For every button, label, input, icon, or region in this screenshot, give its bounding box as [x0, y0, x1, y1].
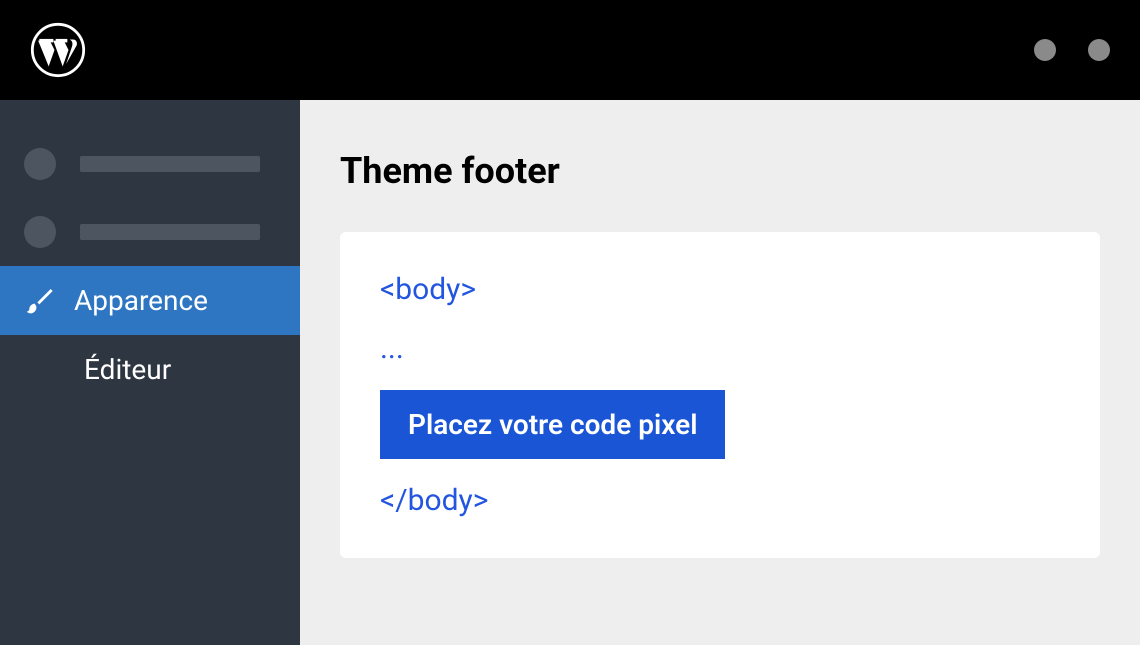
topbar	[0, 0, 1140, 100]
content-area: Theme footer <body> ... Placez votre cod…	[300, 100, 1140, 645]
sidebar-placeholder-item	[0, 198, 300, 266]
placeholder-text	[80, 156, 260, 172]
sidebar-item-label: Éditeur	[84, 353, 171, 386]
sidebar-placeholder-item	[0, 130, 300, 198]
sidebar-item-label: Apparence	[74, 284, 208, 317]
paintbrush-icon	[24, 285, 56, 317]
page-title: Theme footer	[340, 150, 1100, 192]
topbar-action-placeholder[interactable]	[1034, 39, 1056, 61]
sidebar-item-appearance[interactable]: Apparence	[0, 266, 300, 335]
code-editor-panel[interactable]: <body> ... Placez votre code pixel </bod…	[340, 232, 1100, 558]
sidebar-item-editor[interactable]: Éditeur	[0, 335, 300, 404]
placeholder-icon	[24, 216, 56, 248]
code-line-close: </body>	[380, 483, 1060, 518]
pixel-code-highlight: Placez votre code pixel	[380, 390, 725, 459]
wordpress-logo-icon[interactable]	[30, 22, 86, 78]
topbar-action-placeholder[interactable]	[1088, 39, 1110, 61]
main: Apparence Éditeur Theme footer <body> ..…	[0, 100, 1140, 645]
code-line-open: <body>	[380, 272, 1060, 307]
code-line-ellipsis: ...	[380, 331, 1060, 366]
placeholder-text	[80, 224, 260, 240]
sidebar: Apparence Éditeur	[0, 100, 300, 645]
placeholder-icon	[24, 148, 56, 180]
topbar-actions	[1034, 39, 1110, 61]
